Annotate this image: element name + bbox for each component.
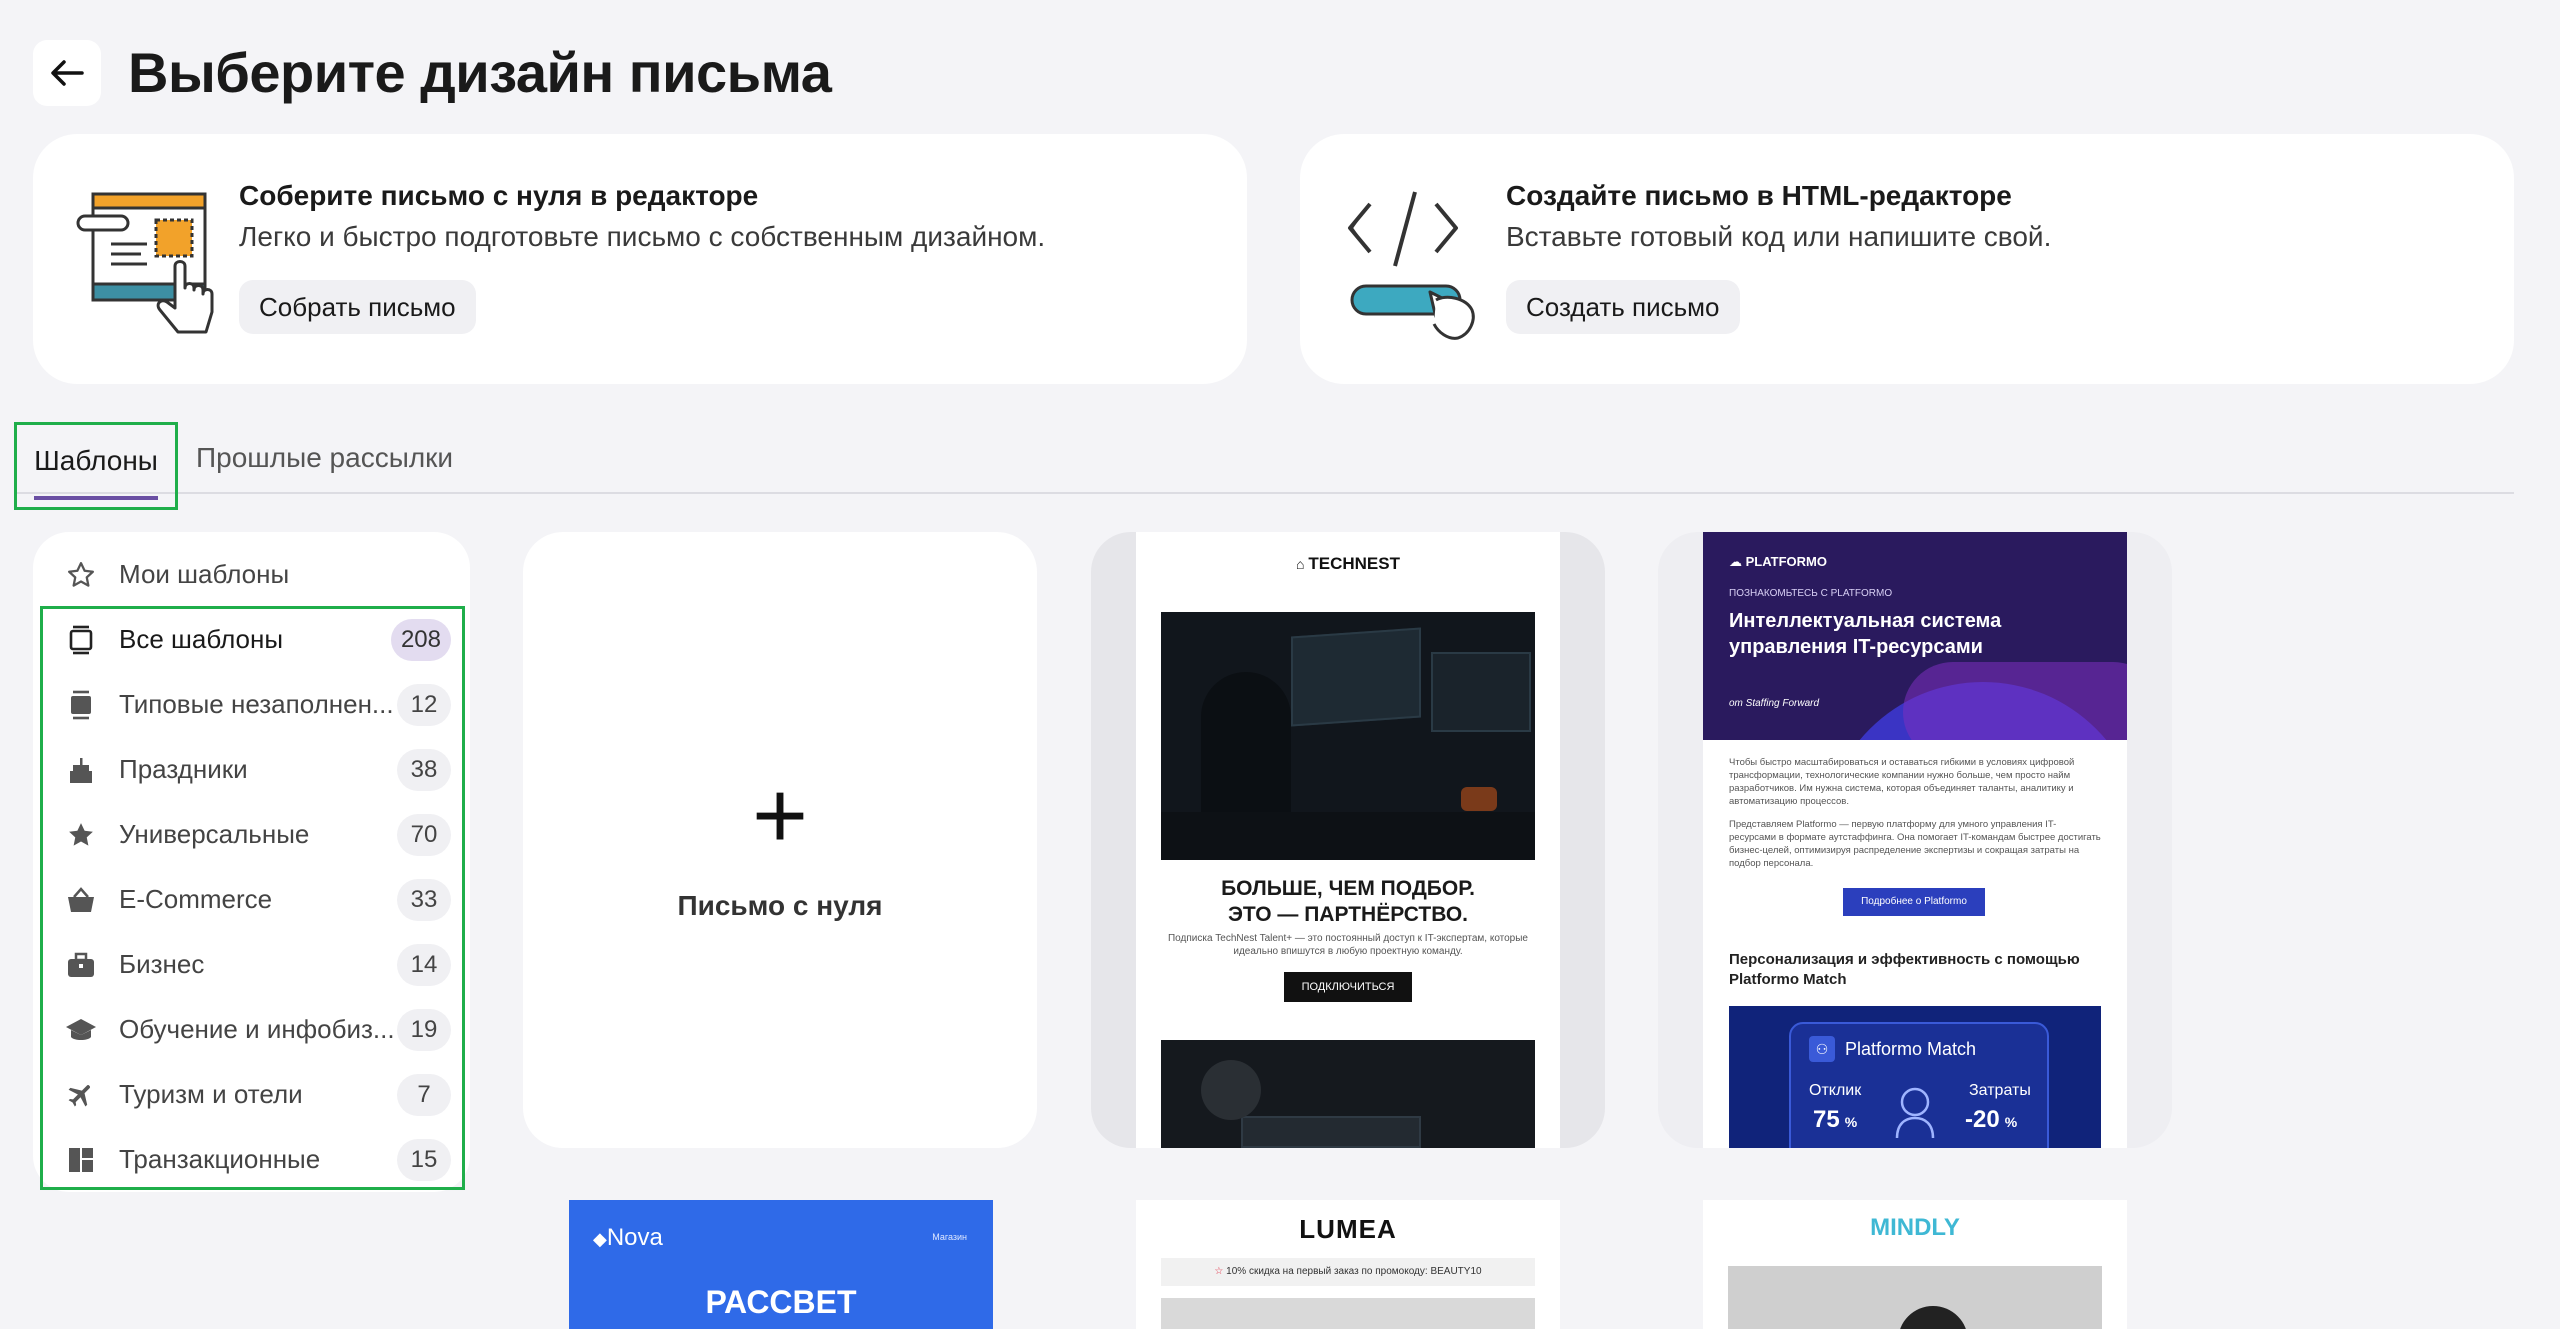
code-illustration-icon [1348, 191, 1475, 340]
platformo-headline: Интеллектуальная система управления IT-р… [1729, 610, 2002, 658]
mindly-image [1728, 1266, 2102, 1329]
build-letter-button[interactable]: Собрать письмо [239, 280, 476, 334]
platformo-kicker: ПОЗНАКОМЬТЕСЬ С PLATFORMO [1729, 588, 1893, 599]
editor-illustration-icon [76, 192, 214, 334]
star-outline-icon [65, 559, 97, 591]
highlight-frame [40, 606, 465, 1190]
create-letter-button[interactable]: Создать письмо [1506, 280, 1740, 334]
star-icon: ☆ [1214, 1266, 1227, 1277]
technest-body: Подписка TechNest Talent+ — это постоянн… [1167, 933, 1528, 957]
plus-icon: + [751, 762, 809, 869]
stat-label: Отклик [1809, 1082, 1862, 1099]
html-editor-card: Создайте письмо в HTML-редакторе Вставьт… [1300, 134, 2514, 384]
person-icon [1893, 1082, 1935, 1139]
technest-headline: БОЛЬШЕ, ЧЕМ ПОДБОР. ЭТО — ПАРТНЁРСТВО. [1221, 877, 1475, 926]
platformo-match-panel: ⚇ Platformo Match Отклик 75% Затраты -20… [1729, 1006, 2101, 1148]
diamond-icon: ◆ [593, 1229, 607, 1249]
platformo-logo: ☁ PLATFORMO [1729, 554, 1827, 569]
technest-subscribe-button: ПОДКЛЮЧИТЬСЯ [1284, 972, 1412, 1002]
platformo-byline: от Staffing Forward [1729, 698, 1820, 709]
stat-value: -20% [1965, 1106, 2018, 1133]
nova-logo: ◆Nova [593, 1224, 663, 1251]
template-tile-nova[interactable]: ◆Nova Магазин РАССВЕТ [569, 1200, 993, 1329]
platformo-paragraph: Чтобы быстро масштабироваться и оставать… [1729, 757, 2075, 807]
people-icon: ⚇ [1809, 1036, 1835, 1062]
template-tile-mindly[interactable]: MINDLY [1703, 1200, 2127, 1329]
technest-logo: ⌂ TECHNEST [1296, 554, 1400, 573]
card-description: Легко и быстро подготовьте письмо с собс… [239, 221, 1046, 252]
card-description: Вставьте готовый код или напишите свой. [1506, 221, 2052, 252]
card-title: Создайте письмо в HTML-редакторе [1506, 180, 2012, 211]
stat-label: Затраты [1969, 1082, 2031, 1099]
template-preview: ☁ PLATFORMO ПОЗНАКОМЬТЕСЬ С PLATFORMO Ин… [1703, 532, 2127, 1148]
tab-templates[interactable]: Шаблоны [14, 422, 178, 510]
home-icon: ⌂ [1296, 556, 1309, 572]
platformo-hero: ☁ PLATFORMO ПОЗНАКОМЬТЕСЬ С PLATFORMO Ин… [1703, 532, 2127, 740]
back-button[interactable] [33, 40, 101, 106]
page-title: Выберите дизайн письма [128, 41, 832, 104]
card-title: Соберите письмо с нуля в редакторе [239, 180, 759, 211]
tabs: Шаблоны Прошлые рассылки [14, 422, 2514, 510]
stat-value: 75% [1813, 1106, 1858, 1133]
lumea-image [1161, 1298, 1535, 1329]
lumea-promo: ☆ 10% скидка на первый заказ по промокод… [1161, 1258, 1535, 1286]
platformo-subhead: Персонализация и эффективность с помощью… [1729, 951, 2080, 988]
template-tile-technest[interactable]: ⌂ TECHNEST БОЛЬШЕ, ЧЕМ ПОДБОР. ЭТО — ПАР… [1091, 532, 1605, 1148]
template-tile-lumea[interactable]: LUMEA ☆ 10% скидка на первый заказ по пр… [1136, 1200, 1560, 1329]
platformo-more-button: Подробнее о Platformo [1843, 888, 1985, 916]
lumea-logo: LUMEA [1299, 1214, 1397, 1244]
sidebar-item-my-templates[interactable]: Мои шаблоны [55, 542, 459, 607]
cloud-icon: ☁ [1729, 554, 1746, 569]
arrow-left-icon [51, 60, 84, 86]
nova-headline: РАССВЕТ [705, 1284, 857, 1320]
blank-template-label: Письмо с нуля [677, 890, 883, 921]
blank-template-tile[interactable]: + Письмо с нуля [523, 532, 1037, 1148]
second-image [1161, 1040, 1535, 1148]
platformo-paragraph: Представляем Platformo — первую платформ… [1729, 819, 2101, 869]
build-from-scratch-card: Соберите письмо с нуля в редакторе Легко… [33, 134, 1247, 384]
hero-image [1161, 612, 1535, 860]
match-title: Platformo Match [1845, 1039, 1977, 1059]
sidebar-item-label: Мои шаблоны [119, 559, 290, 589]
template-preview: ⌂ TECHNEST БОЛЬШЕ, ЧЕМ ПОДБОР. ЭТО — ПАР… [1136, 532, 1560, 1148]
template-tile-platformo[interactable]: ☁ PLATFORMO ПОЗНАКОМЬТЕСЬ С PLATFORMO Ин… [1658, 532, 2172, 1148]
tab-past-mailings[interactable]: Прошлые рассылки [196, 422, 453, 510]
nova-nav: Магазин [932, 1232, 967, 1242]
mindly-logo: MINDLY [1870, 1214, 1960, 1241]
